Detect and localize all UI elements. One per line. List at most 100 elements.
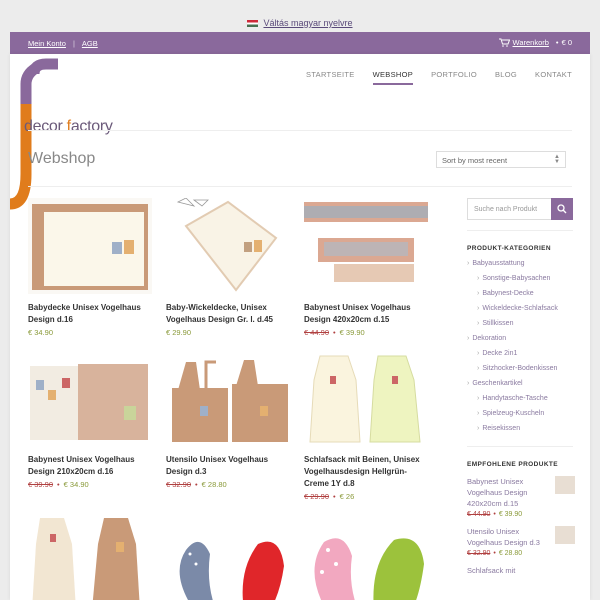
product-old-price: € 29.90 (304, 492, 330, 501)
search-icon (557, 204, 567, 214)
category-link[interactable]: Spielzeug-Kuscheln (467, 406, 575, 421)
category-link[interactable]: Decke 2in1 (467, 346, 575, 361)
nav-startseite[interactable]: STARTSEITE (306, 70, 355, 85)
sort-caret-icon: ▲ ▼ (554, 154, 560, 165)
product-name[interactable]: Babynest Unisex Vogelhaus Design 420x20c… (304, 302, 428, 326)
price-separator: • (195, 480, 198, 489)
product-current-price: € 29.90 (166, 328, 192, 337)
product-current-price: € 39.90 (339, 328, 365, 337)
search-button[interactable] (551, 198, 573, 220)
product-card[interactable]: Schlafsack mit Beinen, Unisex Vogelhausd… (304, 350, 428, 501)
hungarian-flag-icon (247, 19, 259, 27)
category-link[interactable]: Wickeldecke-Schlafsack (467, 301, 575, 316)
nav-portfolio[interactable]: PORTFOLIO (431, 70, 477, 85)
search-placeholder: Suche nach Produkt (474, 206, 538, 213)
language-switch-link[interactable]: Váltás magyar nyelvre (247, 18, 353, 28)
sidebar: Suche nach Produkt PRODUKT-KATEGORIEN Ba… (467, 198, 575, 576)
featured-heading: EMPFOHLENE PRODUKTE (467, 461, 559, 468)
sort-select-value: Sort by most recent (442, 156, 508, 165)
product-card[interactable]: Utensilo Unisex Vogelhaus Design d.3 € 3… (166, 350, 290, 489)
page-title: Webshop (28, 150, 96, 167)
category-link[interactable]: Geschenkartikel (467, 376, 575, 391)
featured-product-name[interactable]: Babynest Unisex Vogelhaus Design 420x20c… (467, 476, 545, 509)
featured-product-thumbnail[interactable] (555, 476, 575, 494)
product-image[interactable] (28, 350, 152, 446)
featured-old-price: € 32.90 (467, 550, 491, 557)
category-link[interactable]: Dekoration (467, 331, 575, 346)
language-bar: Váltás magyar nyelvre (0, 0, 600, 32)
sidebar-divider (467, 446, 573, 447)
price-separator: • (493, 511, 496, 518)
featured-product[interactable]: Utensilo Unisex Vogelhaus Design d.3 € 3… (467, 526, 575, 557)
category-link[interactable]: Reisekissen (467, 421, 575, 436)
product-old-price: € 39.90 (28, 480, 54, 489)
cart-icon[interactable] (498, 38, 510, 47)
product-card[interactable]: Babynest Unisex Vogelhaus Design 210x20c… (28, 350, 152, 489)
featured-current-price: € 39.90 (498, 511, 523, 518)
featured-product-price: € 44.90 • € 39.90 (467, 511, 545, 518)
product-card[interactable] (166, 514, 290, 600)
product-name[interactable]: Utensilo Unisex Vogelhaus Design d.3 (166, 454, 290, 478)
price-separator: • (57, 480, 60, 489)
product-search-input[interactable]: Suche nach Produkt (467, 198, 573, 220)
cart-separator: • (555, 38, 559, 47)
product-old-price: € 44.90 (304, 328, 330, 337)
categories-heading: PRODUKT-KATEGORIEN (467, 245, 551, 252)
product-card[interactable]: Babynest Unisex Vogelhaus Design 420x20c… (304, 198, 428, 337)
product-image[interactable] (304, 350, 428, 446)
nav-kontakt[interactable]: KONTAKT (535, 70, 572, 85)
logo-word-actory: actory (70, 118, 113, 135)
category-link[interactable]: Sitzhocker-Bodenkissen (467, 361, 575, 376)
product-name[interactable]: Schlafsack mit Beinen, Unisex Vogelhausd… (304, 454, 428, 490)
sidebar-divider (467, 230, 573, 231)
featured-product[interactable]: Babynest Unisex Vogelhaus Design 420x20c… (467, 476, 575, 518)
page-container: decor factory STARTSEITE WEBSHOP PORTFOL… (10, 54, 590, 600)
product-card[interactable]: Baby-Wickeldecke, Unisex Vogelhaus Desig… (166, 198, 290, 337)
product-card[interactable] (304, 514, 428, 600)
price-separator: • (333, 328, 336, 337)
nav-webshop[interactable]: WEBSHOP (372, 70, 414, 85)
price-separator: • (333, 492, 336, 501)
category-link[interactable]: Handytasche-Tasche (467, 391, 575, 406)
product-image[interactable] (28, 198, 152, 294)
language-switch-label[interactable]: Váltás magyar nyelvre (263, 18, 352, 28)
product-card[interactable]: Babydecke Unisex Vogelhaus Design d.16 €… (28, 198, 152, 337)
price-separator: • (493, 550, 496, 557)
my-account-link[interactable]: Mein Konto (28, 39, 66, 48)
product-image[interactable] (166, 198, 290, 294)
featured-current-price: € 28.80 (498, 550, 523, 557)
product-image[interactable] (166, 514, 290, 600)
product-current-price: € 28.80 (201, 480, 227, 489)
agb-link[interactable]: AGB (82, 39, 98, 48)
category-link[interactable]: Babynest-Decke (467, 286, 575, 301)
product-price: € 34.90 (28, 328, 152, 337)
featured-product-name[interactable]: Utensilo Unisex Vogelhaus Design d.3 (467, 526, 545, 548)
product-image[interactable] (304, 514, 428, 600)
divider: | (72, 39, 75, 48)
header-divider (28, 130, 572, 131)
account-bar: Mein Konto | AGB Warenkorb • € 0 (10, 32, 590, 54)
product-name[interactable]: Babynest Unisex Vogelhaus Design 210x20c… (28, 454, 152, 478)
sort-select[interactable]: Sort by most recent ▲ ▼ (436, 151, 566, 168)
featured-product-name[interactable]: Schlafsack mit (467, 565, 545, 576)
cart-total: € 0 (561, 38, 572, 47)
nav-blog[interactable]: BLOG (495, 70, 517, 85)
title-divider (28, 186, 572, 187)
product-image[interactable] (166, 350, 290, 446)
main-nav: STARTSEITE WEBSHOP PORTFOLIO BLOG KONTAK… (306, 70, 572, 85)
product-image[interactable] (304, 198, 428, 294)
product-price: € 29.90 (166, 328, 290, 337)
category-link[interactable]: Stillkissen (467, 316, 575, 331)
product-card[interactable] (28, 514, 152, 600)
logo-word-decor: decor (24, 118, 67, 135)
featured-product-thumbnail[interactable] (555, 526, 575, 544)
cart-link[interactable]: Warenkorb (513, 38, 549, 47)
featured-product[interactable]: Schlafsack mit (467, 565, 575, 576)
product-name[interactable]: Baby-Wickeldecke, Unisex Vogelhaus Desig… (166, 302, 290, 326)
product-name[interactable]: Babydecke Unisex Vogelhaus Design d.16 (28, 302, 152, 326)
category-link[interactable]: Babyausstattung (467, 256, 575, 271)
product-price: € 44.90 • € 39.90 (304, 328, 428, 337)
product-current-price: € 34.90 (28, 328, 54, 337)
category-link[interactable]: Sonstige-Babysachen (467, 271, 575, 286)
product-image[interactable] (28, 514, 152, 600)
